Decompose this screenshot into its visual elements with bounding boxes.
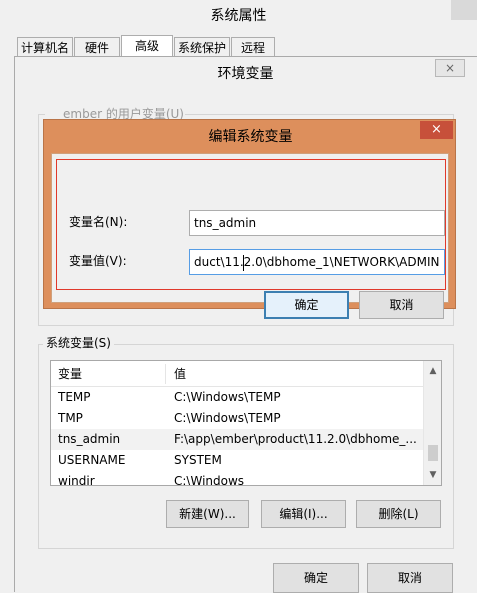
row-variable-value: SYSTEM <box>174 453 222 467</box>
table-row-selected[interactable]: tns_admin F:\app\ember\product\11.2.0\db… <box>51 429 423 450</box>
list-scrollbar[interactable]: ▲ ▼ <box>423 361 441 485</box>
close-icon: × <box>444 61 456 75</box>
row-variable-name: TMP <box>58 411 83 425</box>
table-row[interactable]: TEMP C:\Windows\TEMP <box>51 387 423 408</box>
new-variable-button[interactable]: 新建(W)... <box>166 500 249 528</box>
row-variable-name: tns_admin <box>58 432 121 446</box>
edit-ok-button[interactable]: 确定 <box>264 291 349 319</box>
table-row[interactable]: TMP C:\Windows\TEMP <box>51 408 423 429</box>
table-row[interactable]: windir C:\Windows <box>51 471 423 486</box>
scroll-down-icon[interactable]: ▼ <box>424 469 441 481</box>
close-icon: × <box>431 122 442 137</box>
row-variable-name: TEMP <box>58 390 91 404</box>
row-variable-value: C:\Windows\TEMP <box>174 411 281 425</box>
edit-cancel-button[interactable]: 取消 <box>359 291 444 319</box>
env-ok-button[interactable]: 确定 <box>273 563 359 593</box>
system-variables-list[interactable]: 变量 值 TEMP C:\Windows\TEMP TMP C:\Windows… <box>50 360 442 486</box>
variable-name-input[interactable]: tns_admin <box>189 210 445 236</box>
text-caret <box>243 255 244 271</box>
variable-name-label: 变量名(N): <box>69 215 128 229</box>
edit-dialog-body: 变量名(N): tns_admin 变量值(V): duct\11.2.0\db… <box>51 153 449 319</box>
variable-value-text: duct\11.2.0\dbhome_1\NETWORK\ADMIN <box>194 255 440 269</box>
row-variable-value: F:\app\ember\product\11.2.0\dbhome_... <box>174 432 417 446</box>
row-variable-value: C:\Windows <box>174 474 245 486</box>
system-properties-close-button[interactable] <box>451 0 477 20</box>
variable-value-label: 变量值(V): <box>69 254 127 268</box>
system-variables-label: 系统变量(S) <box>43 335 114 351</box>
variable-value-input[interactable]: duct\11.2.0\dbhome_1\NETWORK\ADMIN <box>189 249 445 275</box>
environment-variables-title: 环境变量 <box>217 66 274 82</box>
env-cancel-button[interactable]: 取消 <box>367 563 453 593</box>
scroll-up-icon[interactable]: ▲ <box>424 365 441 377</box>
column-header-variable[interactable]: 变量 <box>51 361 165 387</box>
row-variable-value: C:\Windows\TEMP <box>174 390 281 404</box>
edit-system-variable-dialog: 编辑系统变量 × 变量名(N): tns_admin 变量值(V): duct\… <box>43 119 456 319</box>
row-variable-name: USERNAME <box>58 453 126 467</box>
scroll-thumb[interactable] <box>428 445 438 461</box>
column-separator[interactable] <box>165 364 166 384</box>
column-header-value[interactable]: 值 <box>167 361 417 387</box>
delete-variable-button[interactable]: 删除(L) <box>356 500 441 528</box>
edit-dialog-title: 编辑系统变量 <box>208 129 293 145</box>
list-header: 变量 值 <box>51 361 423 387</box>
table-row[interactable]: USERNAME SYSTEM <box>51 450 423 471</box>
system-properties-title: 系统属性 <box>210 8 267 24</box>
edit-dialog-close-button[interactable]: × <box>420 121 453 139</box>
edit-variable-button[interactable]: 编辑(I)... <box>261 500 346 528</box>
environment-variables-close-button[interactable]: × <box>435 59 465 77</box>
row-variable-name: windir <box>58 474 95 486</box>
